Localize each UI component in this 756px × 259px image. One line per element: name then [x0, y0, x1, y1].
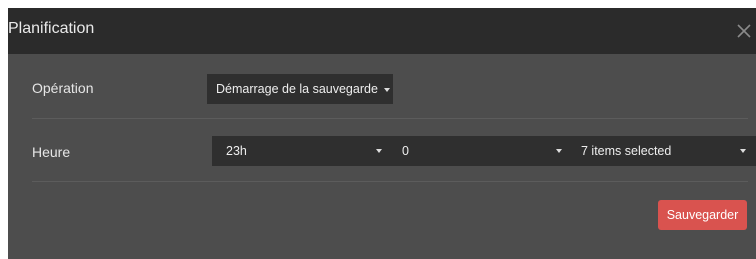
- minute-value: 0: [402, 144, 409, 158]
- close-icon[interactable]: [734, 21, 754, 41]
- divider: [32, 118, 748, 119]
- heure-label: Heure: [32, 144, 71, 160]
- save-button[interactable]: Sauvegarder: [658, 200, 747, 230]
- caret-down-icon: [556, 149, 562, 153]
- operation-dropdown[interactable]: Démarrage de la sauvegarde: [207, 74, 393, 104]
- days-value: 7 items selected: [581, 144, 672, 158]
- modal-header: Planification: [8, 8, 756, 54]
- hour-select[interactable]: 23h: [212, 136, 392, 166]
- caret-down-icon: [376, 149, 382, 153]
- days-multiselect[interactable]: 7 items selected: [572, 136, 756, 166]
- planification-modal: Planification Opération Démarrage de la …: [8, 8, 756, 259]
- hour-value: 23h: [226, 144, 247, 158]
- operation-label: Opération: [32, 80, 94, 96]
- operation-selected-value: Démarrage de la sauvegarde: [216, 82, 378, 96]
- caret-down-icon: [383, 88, 390, 92]
- divider: [32, 181, 748, 182]
- minute-select[interactable]: 0: [392, 136, 572, 166]
- caret-down-icon: [740, 149, 746, 153]
- modal-title: Planification: [8, 20, 95, 37]
